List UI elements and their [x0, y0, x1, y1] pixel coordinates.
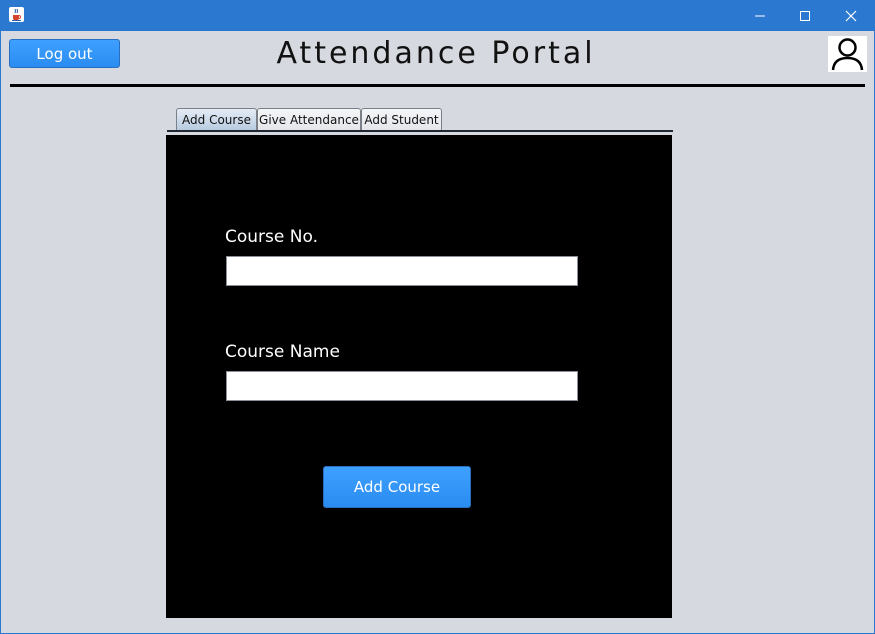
minimize-button[interactable] [737, 0, 783, 31]
course-no-label: Course No. [225, 227, 318, 247]
tab-add-course[interactable]: Add Course [176, 108, 257, 130]
minimize-icon [755, 15, 765, 16]
logout-button[interactable]: Log out [9, 39, 120, 68]
course-name-input[interactable] [226, 371, 578, 401]
window-titlebar [0, 0, 875, 31]
close-icon [845, 10, 857, 21]
course-name-label: Course Name [225, 342, 340, 362]
maximize-icon [800, 10, 810, 21]
tab-give-attendance[interactable]: Give Attendance [257, 108, 361, 130]
java-cup-icon [9, 7, 24, 22]
page-title: Attendance Portal [276, 36, 596, 71]
header-divider [10, 84, 865, 87]
main-window-content: Log out Attendance Portal Add Course Giv… [1, 31, 874, 633]
add-course-button[interactable]: Add Course [323, 466, 471, 508]
tab-underline [167, 130, 673, 132]
add-course-panel: Course No. Course Name Add Course [166, 135, 672, 618]
close-button[interactable] [828, 0, 874, 31]
user-icon[interactable] [828, 36, 867, 72]
tab-add-student[interactable]: Add Student [361, 108, 442, 130]
maximize-button[interactable] [782, 0, 828, 31]
course-no-input[interactable] [226, 256, 578, 286]
